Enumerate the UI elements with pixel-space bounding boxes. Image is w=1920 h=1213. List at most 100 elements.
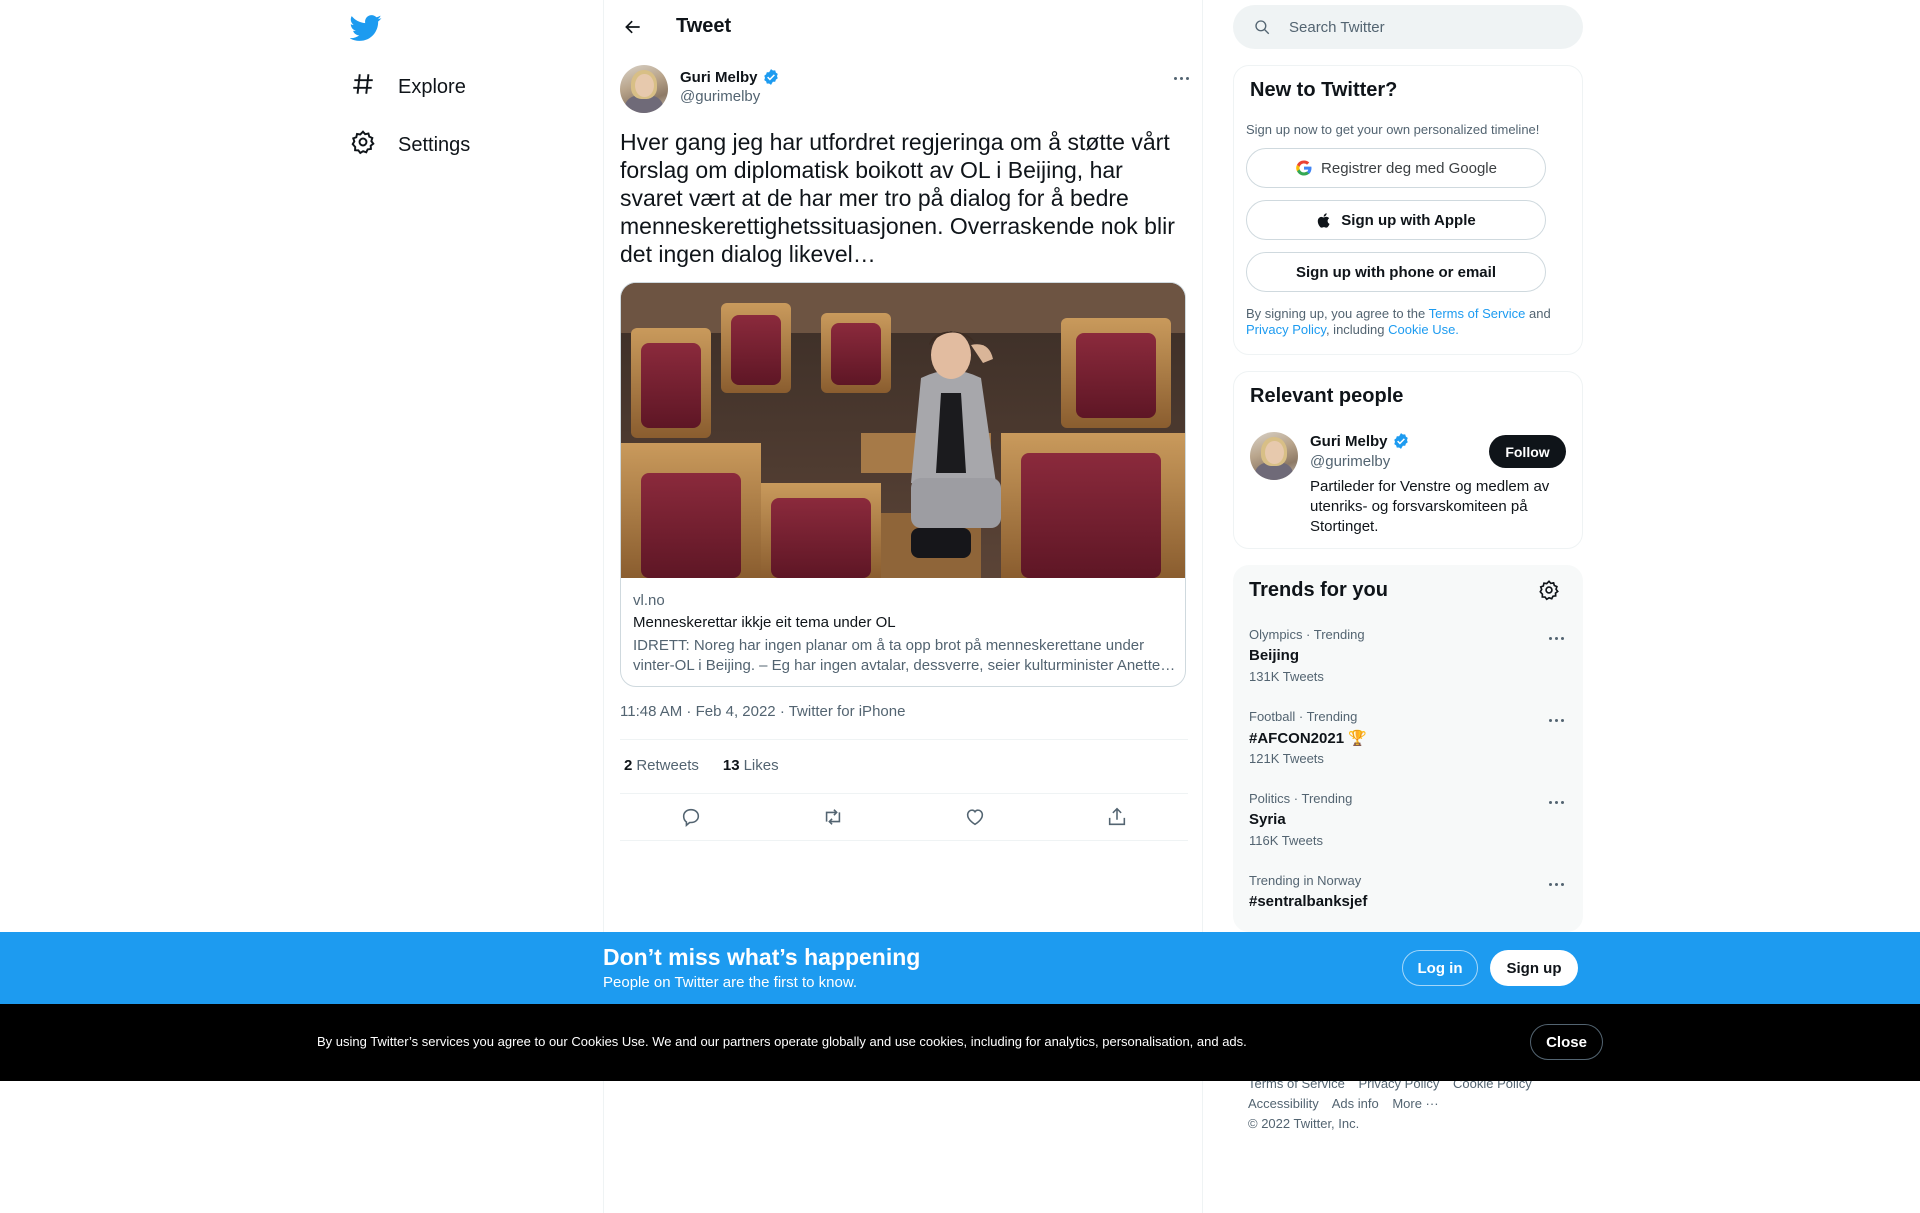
cookie-use-link[interactable]: Cookie Use. xyxy=(1388,322,1459,337)
relevant-person-name-text: Guri Melby xyxy=(1310,432,1388,450)
trend-more-icon[interactable] xyxy=(1543,793,1569,811)
trend-context: Football · Trending xyxy=(1249,709,1358,724)
google-icon xyxy=(1296,160,1312,176)
trend-count: 131K Tweets xyxy=(1249,669,1324,684)
terms-prefix: By signing up, you agree to the xyxy=(1246,306,1429,321)
retweet-icon xyxy=(825,809,841,825)
trend-more-icon[interactable] xyxy=(1543,629,1569,647)
tweet-timestamp[interactable]: 11:48 AM · Feb 4, 2022 · Twitter for iPh… xyxy=(620,703,905,720)
relevant-person-avatar[interactable] xyxy=(1250,432,1298,480)
likes-stat[interactable]: 13 Likes xyxy=(723,757,779,774)
cookie-text: By using Twitter’s services you agree to… xyxy=(317,1034,1247,1049)
nav-explore[interactable]: Explore xyxy=(350,67,466,107)
search-box[interactable] xyxy=(1233,5,1583,49)
back-button[interactable] xyxy=(618,12,648,42)
signup-title: New to Twitter? xyxy=(1250,79,1398,101)
banner-subtitle: People on Twitter are the first to know. xyxy=(603,974,858,991)
footer-more-link[interactable]: More ··· xyxy=(1392,1096,1438,1111)
verified-badge-icon xyxy=(1393,433,1408,449)
likes-label: Likes xyxy=(743,757,779,774)
footer-accessibility-link[interactable]: Accessibility xyxy=(1248,1096,1319,1111)
apple-icon xyxy=(1318,212,1330,228)
login-button[interactable]: Log in xyxy=(1402,950,1478,986)
trend-count: 116K Tweets xyxy=(1249,833,1323,848)
phone-signup-label: Sign up with phone or email xyxy=(1295,263,1496,281)
retweet-button[interactable] xyxy=(816,800,850,834)
like-button[interactable] xyxy=(958,800,992,834)
retweets-stat[interactable]: 2 Retweets xyxy=(624,757,699,774)
apple-signup-label: Sign up with Apple xyxy=(1341,211,1476,229)
google-signup-label: Registrer deg med Google xyxy=(1321,159,1497,177)
relevant-people-panel: Relevant people Guri Melby @gurimelby Fo… xyxy=(1233,371,1583,549)
cookie-close-button[interactable]: Close xyxy=(1530,1024,1603,1060)
trend-context: Politics · Trending xyxy=(1249,791,1353,806)
privacy-policy-link[interactable]: Privacy Policy xyxy=(1246,322,1326,337)
cookie-banner: By using Twitter’s services you agree to… xyxy=(0,1004,1920,1081)
relevant-person-bio: Partileder for Venstre og medlem av uten… xyxy=(1310,478,1550,535)
author-name[interactable]: Guri Melby xyxy=(680,68,780,86)
like-icon xyxy=(966,809,984,826)
card-description: IDRETT: Noreg har ingen planar om å ta o… xyxy=(633,637,1176,674)
trend-more-icon[interactable] xyxy=(1543,711,1569,729)
trend-name: #AFCON2021 🏆 xyxy=(1249,730,1367,747)
login-banner: Don’t miss what’s happening People on Tw… xyxy=(0,932,1920,1004)
search-icon xyxy=(1255,20,1270,35)
signup-subtitle: Sign up now to get your own personalized… xyxy=(1246,122,1540,137)
trend-more-icon[interactable] xyxy=(1543,875,1569,893)
author-avatar[interactable] xyxy=(620,65,668,113)
signup-terms: By signing up, you agree to the Terms of… xyxy=(1246,306,1566,338)
nav-settings[interactable]: Settings xyxy=(350,125,470,165)
terms-of-service-link[interactable]: Terms of Service xyxy=(1429,306,1526,321)
trend-name: #sentralbanksjef xyxy=(1249,893,1368,910)
trends-title: Trends for you xyxy=(1249,579,1388,601)
tweet-stats: 2 Retweets 13 Likes xyxy=(624,757,779,774)
trend-name: Syria xyxy=(1249,811,1286,828)
page-title: Tweet xyxy=(676,15,732,37)
link-card[interactable]: vl.no Menneskerettar ikkje eit tema unde… xyxy=(620,282,1186,687)
search-input[interactable] xyxy=(1289,5,1569,49)
trends-panel: Trends for you Olympics · Trending Beiji… xyxy=(1233,565,1583,932)
footer-copyright: © 2022 Twitter, Inc. xyxy=(1248,1116,1360,1131)
likes-count: 13 xyxy=(722,757,740,774)
trend-item[interactable]: Football · Trending #AFCON2021 🏆 121K Tw… xyxy=(1233,709,1583,791)
signup-panel: New to Twitter? Sign up now to get your … xyxy=(1233,65,1583,355)
divider xyxy=(620,793,1188,794)
trends-settings-gear-icon[interactable] xyxy=(1538,579,1560,601)
terms-including: , including xyxy=(1325,322,1389,337)
divider xyxy=(620,739,1188,740)
card-image xyxy=(621,283,1185,578)
relevant-person-name[interactable]: Guri Melby xyxy=(1310,432,1410,450)
phone-email-signup-button[interactable]: Sign up with phone or email xyxy=(1246,252,1546,292)
trend-count: 121K Tweets xyxy=(1249,751,1324,766)
footer-links: Terms of Service Privacy Policy Cookie P… xyxy=(1248,1074,1578,1134)
footer-ads-info-link[interactable]: Ads info xyxy=(1332,1096,1379,1111)
retweets-count: 2 xyxy=(624,757,633,774)
divider xyxy=(620,840,1188,841)
google-signup-button[interactable]: Registrer deg med Google xyxy=(1246,148,1546,188)
trend-item[interactable]: Olympics · Trending Beijing 131K Tweets xyxy=(1233,627,1583,709)
share-button[interactable] xyxy=(1100,800,1134,834)
card-domain: vl.no xyxy=(633,592,665,609)
relevant-person-handle[interactable]: @gurimelby xyxy=(1310,453,1390,470)
trend-context: Trending in Norway xyxy=(1249,873,1362,888)
author-handle[interactable]: @gurimelby xyxy=(680,88,760,105)
twitter-logo-icon[interactable] xyxy=(349,12,382,44)
apple-signup-button[interactable]: Sign up with Apple xyxy=(1246,200,1546,240)
share-icon xyxy=(1108,807,1126,826)
hashtag-icon xyxy=(350,71,376,103)
relevant-people-title: Relevant people xyxy=(1250,385,1404,407)
trend-item[interactable]: Politics · Trending Syria 116K Tweets xyxy=(1233,791,1583,873)
nav-explore-label: Explore xyxy=(398,75,466,98)
card-title: Menneskerettar ikkje eit tema under OL xyxy=(633,614,896,631)
tweet-more-icon[interactable] xyxy=(1166,68,1196,88)
reply-button[interactable] xyxy=(674,800,708,834)
tweet-text: Hver gang jeg har utfordret regjeringa o… xyxy=(620,129,1175,267)
verified-badge-icon xyxy=(763,69,778,85)
nav-settings-label: Settings xyxy=(398,133,471,156)
retweets-label: Retweets xyxy=(636,757,699,774)
reply-icon xyxy=(682,808,700,827)
follow-button[interactable]: Follow xyxy=(1489,435,1566,468)
trend-name: Beijing xyxy=(1249,647,1300,664)
signup-button[interactable]: Sign up xyxy=(1490,950,1578,986)
terms-and: and xyxy=(1525,306,1551,321)
